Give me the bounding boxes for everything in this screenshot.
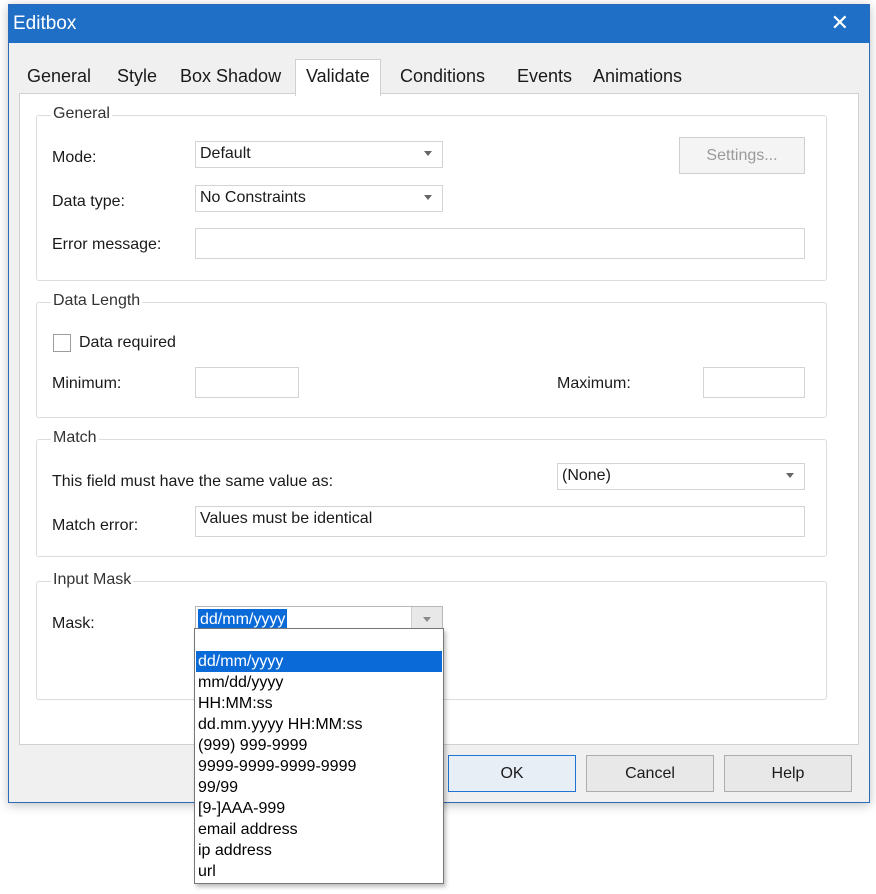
window-title: Editbox (13, 13, 77, 34)
data-type-value: No Constraints (200, 189, 306, 206)
same-value-select[interactable]: (None) (557, 463, 805, 490)
settings-button[interactable]: Settings... (679, 137, 805, 174)
mask-option[interactable]: dd/mm/yyyy (196, 651, 442, 672)
chevron-down-icon (424, 195, 432, 200)
same-value-value: (None) (562, 467, 611, 484)
minimum-input[interactable] (195, 367, 299, 398)
maximum-input[interactable] (703, 367, 805, 398)
title-bar: Editbox ✕ (9, 5, 869, 43)
data-length-group: Data Length Data required Minimum: Maxim… (36, 292, 827, 418)
data-type-select[interactable]: No Constraints (195, 185, 443, 212)
mask-value: dd/mm/yyyy (198, 609, 288, 630)
data-required-label: Data required (79, 334, 176, 351)
mask-option[interactable]: url (196, 861, 442, 882)
data-type-label: Data type: (52, 193, 125, 210)
data-required-checkbox[interactable] (53, 334, 71, 352)
mode-label: Mode: (52, 149, 97, 166)
mask-option[interactable]: ip address (196, 840, 442, 861)
mask-option[interactable]: 9999-9999-9999-9999 (196, 756, 442, 777)
error-message-input[interactable] (195, 228, 805, 259)
chevron-down-icon (423, 617, 431, 622)
mask-option[interactable]: dd.mm.yyyy HH:MM:ss (196, 714, 442, 735)
mask-label: Mask: (52, 615, 95, 632)
general-group: General Mode: Default Settings... Data t… (36, 105, 827, 281)
tab-events[interactable]: Events (517, 61, 572, 95)
minimum-label: Minimum: (52, 375, 122, 392)
mask-option[interactable]: (999) 999-9999 (196, 735, 442, 756)
tab-box-shadow[interactable]: Box Shadow (180, 61, 281, 95)
cancel-button[interactable]: Cancel (586, 755, 714, 792)
tab-general[interactable]: General (27, 61, 91, 95)
tab-style[interactable]: Style (117, 61, 157, 95)
mode-value: Default (200, 145, 251, 162)
match-error-label: Match error: (52, 517, 139, 534)
mask-option[interactable]: 99/99 (196, 777, 442, 798)
mask-option[interactable]: HH:MM:ss (196, 693, 442, 714)
chevron-down-icon (786, 473, 794, 478)
close-icon[interactable]: ✕ (831, 10, 849, 36)
mask-dropdown-list: dd/mm/yyyy mm/dd/yyyy HH:MM:ss dd.mm.yyy… (194, 628, 444, 884)
match-error-value: Values must be identical (200, 510, 373, 527)
ok-button[interactable]: OK (448, 755, 576, 792)
maximum-label: Maximum: (557, 375, 631, 392)
tab-conditions[interactable]: Conditions (400, 61, 485, 95)
input-mask-legend: Input Mask (51, 571, 134, 589)
match-group: Match This field must have the same valu… (36, 429, 827, 557)
general-legend: General (51, 105, 112, 123)
tab-animations[interactable]: Animations (593, 61, 682, 95)
match-legend: Match (51, 429, 99, 447)
chevron-down-icon (424, 151, 432, 156)
mask-option[interactable]: mm/dd/yyyy (196, 672, 442, 693)
mask-option-blank[interactable] (196, 630, 442, 651)
help-button[interactable]: Help (724, 755, 852, 792)
mode-select[interactable]: Default (195, 141, 443, 168)
same-value-label: This field must have the same value as: (52, 473, 334, 490)
data-length-legend: Data Length (51, 292, 143, 310)
mask-option[interactable]: [9-]AAA-999 (196, 798, 442, 819)
error-message-label: Error message: (52, 236, 162, 253)
match-error-input[interactable]: Values must be identical (195, 506, 805, 537)
mask-option[interactable]: email address (196, 819, 442, 840)
tab-validate[interactable]: Validate (295, 59, 381, 96)
